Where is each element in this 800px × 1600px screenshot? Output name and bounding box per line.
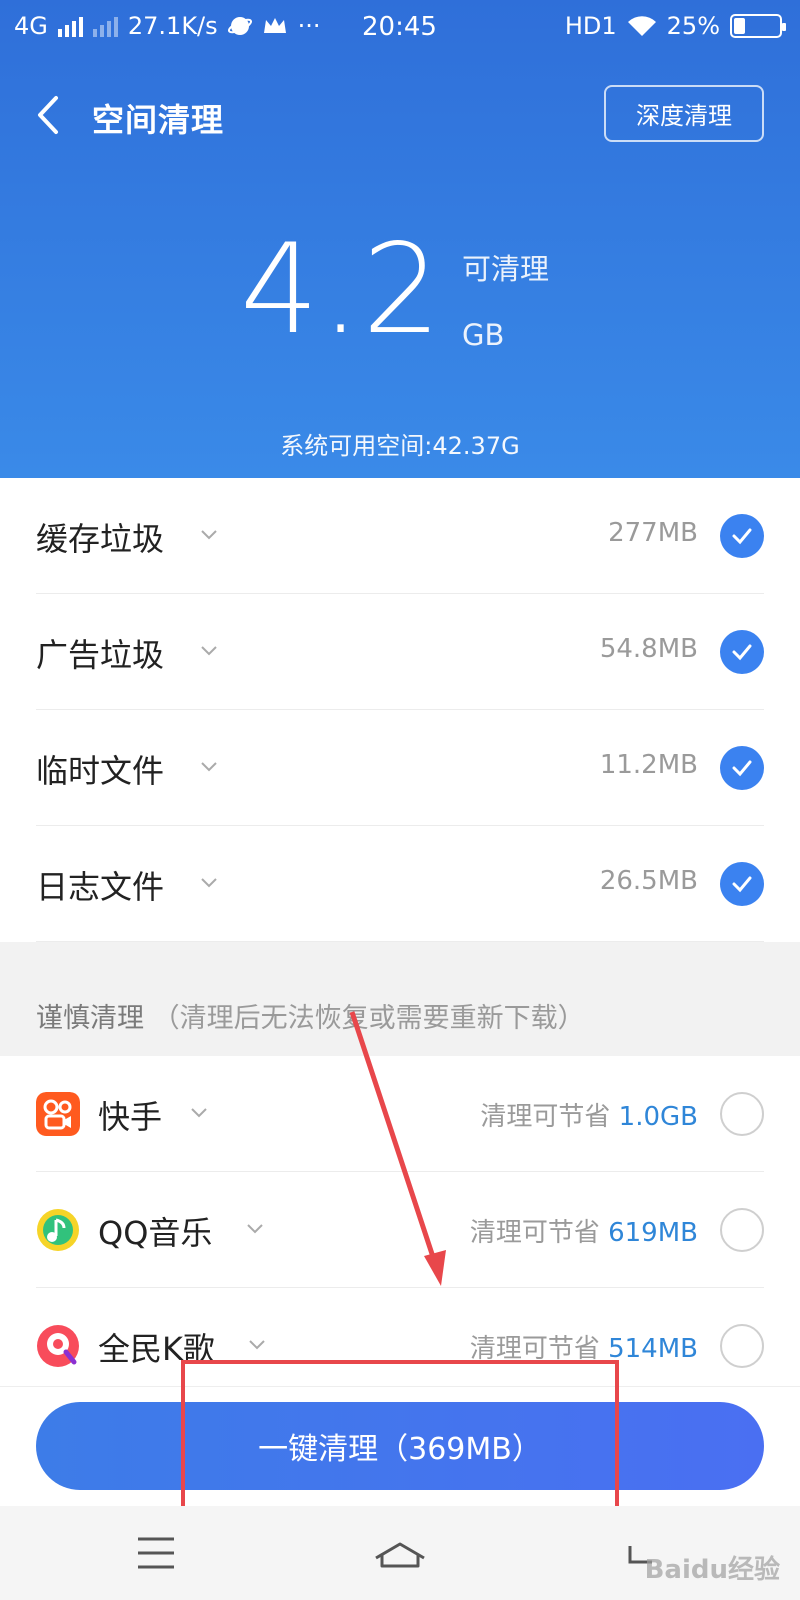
signal-icon <box>57 15 83 37</box>
app-savings: 清理可节省 619MB <box>470 1212 698 1249</box>
checkmark-icon <box>732 876 752 893</box>
junk-size: 54.8MB <box>599 634 698 664</box>
chevron-down-icon[interactable] <box>248 1336 266 1354</box>
chevron-left-icon <box>38 96 58 134</box>
wifi-icon <box>627 16 656 36</box>
status-bar: 4G 27.1K/s ··· 20:45 HD1 25% <box>0 0 800 56</box>
junk-row-cache[interactable]: 缓存垃圾 277MB <box>36 478 764 594</box>
home-icon <box>375 1542 425 1568</box>
chevron-down-icon[interactable] <box>200 526 218 544</box>
network-type: 4G <box>14 12 48 40</box>
checkbox-checked[interactable] <box>720 862 764 906</box>
page-title: 空间清理 <box>92 101 225 139</box>
savings-value: 1.0GB <box>618 1102 698 1132</box>
battery-percent: 25% <box>666 12 720 40</box>
menu-icon <box>138 1537 174 1569</box>
savings-prefix: 清理可节省 <box>469 1218 600 1248</box>
chevron-down-icon[interactable] <box>190 1104 208 1122</box>
savings-prefix: 清理可节省 <box>469 1334 600 1364</box>
junk-size: 277MB <box>608 518 698 548</box>
savings-value: 619MB <box>608 1218 698 1248</box>
watermark: Baidu经验 <box>644 1555 780 1585</box>
kuaishou-icon <box>36 1092 80 1136</box>
signal-2-icon <box>92 15 118 37</box>
nav-home-button[interactable] <box>360 1506 440 1600</box>
caution-header: 谨慎清理 （清理后无法恢复或需要重新下载） <box>36 996 585 1035</box>
savings-value: 514MB <box>608 1334 698 1364</box>
chevron-down-icon[interactable] <box>200 874 218 892</box>
quanmin-kge-icon <box>37 1325 79 1367</box>
checkbox-unchecked[interactable] <box>720 1092 764 1136</box>
cleanable-unit: GB <box>462 318 505 352</box>
caution-title: 谨慎清理 <box>36 1003 144 1034</box>
savings-prefix: 清理可节省 <box>480 1102 611 1132</box>
header: 4G 27.1K/s ··· 20:45 HD1 25% 空间清理 深度清理 4… <box>0 0 800 478</box>
caution-subtitle: （清理后无法恢复或需要重新下载） <box>152 1003 585 1034</box>
crown-icon <box>263 18 286 33</box>
planet-icon <box>227 17 252 35</box>
qq-music-icon <box>37 1209 79 1251</box>
app-name: QQ音乐 <box>98 1214 213 1252</box>
junk-label: 临时文件 <box>36 752 165 790</box>
app-savings: 清理可节省 1.0GB <box>480 1096 698 1133</box>
checkbox-checked[interactable] <box>720 630 764 674</box>
battery-level <box>734 18 745 34</box>
caution-section: 谨慎清理 （清理后无法恢复或需要重新下载） <box>0 942 800 1056</box>
checkmark-icon <box>732 528 752 545</box>
app-name: 快手 <box>98 1098 163 1136</box>
junk-label: 日志文件 <box>36 868 165 906</box>
chevron-down-icon[interactable] <box>200 758 218 776</box>
available-space: 系统可用空间:42.37G <box>280 432 520 460</box>
checkbox-unchecked[interactable] <box>720 1208 764 1252</box>
app-row-kuaishou[interactable]: 快手 清理可节省 1.0GB <box>36 1056 764 1172</box>
network-speed: 27.1K/s <box>127 12 218 40</box>
junk-label: 缓存垃圾 <box>36 520 165 558</box>
junk-size: 11.2MB <box>599 750 698 780</box>
app-savings: 清理可节省 514MB <box>470 1328 698 1365</box>
junk-label: 广告垃圾 <box>36 636 165 674</box>
checkbox-checked[interactable] <box>720 746 764 790</box>
junk-row-log[interactable]: 日志文件 26.5MB <box>36 826 764 942</box>
junk-row-temp[interactable]: 临时文件 11.2MB <box>36 710 764 826</box>
checkmark-icon <box>732 644 752 661</box>
status-right: HD1 25% <box>564 12 786 40</box>
clock: 20:45 <box>362 12 437 42</box>
app-row-qq-music[interactable]: QQ音乐 清理可节省 619MB <box>36 1172 764 1288</box>
junk-row-ads[interactable]: 广告垃圾 54.8MB <box>36 594 764 710</box>
chevron-down-icon[interactable] <box>200 642 218 660</box>
hd-indicator: HD1 <box>564 12 617 40</box>
one-tap-clean-button[interactable]: 一键清理（369MB） <box>36 1402 764 1490</box>
checkbox-checked[interactable] <box>720 514 764 558</box>
back-button[interactable] <box>30 90 70 140</box>
app-name: 全民K歌 <box>98 1330 215 1368</box>
navigation-bar: Baidu经验 <box>0 1506 800 1600</box>
nav-menu-button[interactable] <box>116 1506 196 1600</box>
deep-clean-button[interactable]: 深度清理 <box>604 85 764 142</box>
cleanable-label: 可清理 <box>462 252 550 286</box>
more-indicator: ··· <box>297 12 321 40</box>
checkmark-icon <box>732 760 752 777</box>
status-left: 4G 27.1K/s ··· <box>14 12 321 40</box>
cleanable-value: 4.2 <box>240 218 444 362</box>
chevron-down-icon[interactable] <box>246 1220 264 1238</box>
junk-size: 26.5MB <box>599 866 698 896</box>
battery-icon <box>730 14 786 38</box>
checkbox-unchecked[interactable] <box>720 1324 764 1368</box>
